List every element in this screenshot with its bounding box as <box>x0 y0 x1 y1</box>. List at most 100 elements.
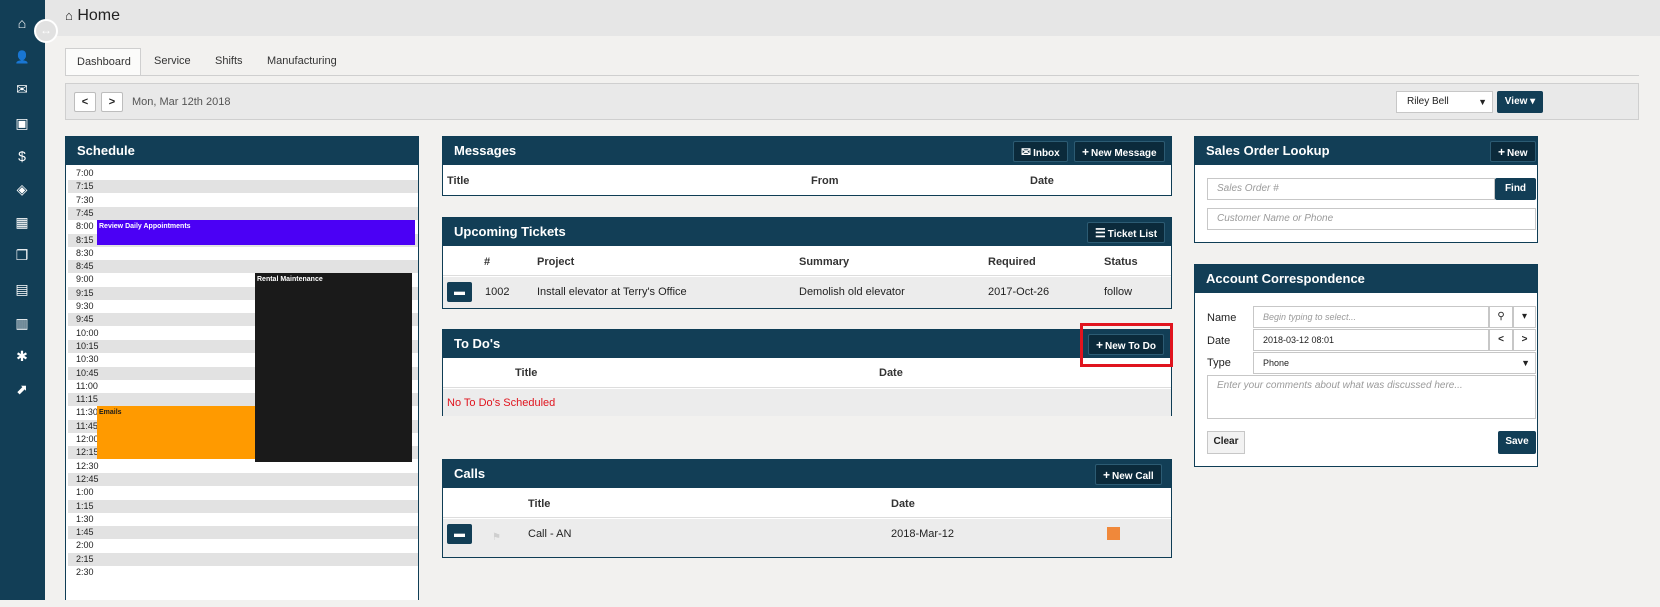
column-header-project: Project <box>537 256 575 268</box>
column-header-status: Status <box>1104 256 1138 268</box>
previous-day-button[interactable]: < <box>74 92 96 112</box>
flag-icon[interactable]: ⚑ <box>492 532 502 543</box>
external-link-icon[interactable]: ⬈ <box>9 378 35 400</box>
find-button[interactable]: Find <box>1495 178 1536 200</box>
call-title: Call - AN <box>528 528 572 540</box>
tab-manufacturing[interactable]: Manufacturing <box>256 48 348 75</box>
tag-icon[interactable]: ◈ <box>9 178 35 200</box>
plus-icon: + <box>1082 145 1090 159</box>
time-slot[interactable]: 1:00 <box>68 486 418 499</box>
name-label: Name <box>1207 312 1237 324</box>
table-row[interactable]: ▬ ⚑ Call - AN 2018-Mar-12 <box>443 519 1171 557</box>
plus-icon: + <box>1103 468 1111 482</box>
time-slot[interactable]: 7:00 <box>68 167 418 180</box>
time-slot[interactable]: 8:30 <box>68 247 418 260</box>
date-next-button[interactable]: > <box>1513 329 1536 351</box>
ticket-project: Install elevator at Terry's Office <box>537 286 687 298</box>
new-sales-order-label: New <box>1507 148 1528 159</box>
time-slot[interactable]: 1:30 <box>68 513 418 526</box>
date-prev-button[interactable]: < <box>1489 329 1513 351</box>
search-icon[interactable]: ⚲ <box>1489 306 1513 328</box>
inbox-button[interactable]: ✉ Inbox <box>1013 141 1068 162</box>
sales-order-input[interactable]: Sales Order # <box>1207 178 1495 200</box>
highlight-box <box>1080 323 1173 367</box>
customer-input[interactable]: Customer Name or Phone <box>1207 208 1536 230</box>
document-icon[interactable]: ▥ <box>9 312 35 334</box>
schedule-grid: 7:00 7:15 7:30 7:45 8:00 8:15 8:30 8:45 9:00 9:15… <box>68 167 418 607</box>
tab-dashboard[interactable]: Dashboard <box>65 48 141 76</box>
schedule-event[interactable]: Review Daily Appointments <box>97 220 415 245</box>
gear-icon[interactable]: ✱ <box>9 345 35 367</box>
todos-panel: To Do's + New To Do Title Date No To Do's… <box>442 329 1172 416</box>
schedule-event[interactable]: Emails <box>97 406 255 459</box>
ticket-list-label: Ticket List <box>1107 229 1158 240</box>
clear-button[interactable]: Clear <box>1207 431 1245 454</box>
list-icon: ☰ <box>1095 226 1106 240</box>
current-date: Mon, Mar 12th 2018 <box>132 96 231 108</box>
chevron-down-icon: ▼ <box>1521 358 1530 368</box>
view-button[interactable]: View ▾ <box>1497 91 1543 113</box>
tab-divider <box>65 75 1639 76</box>
open-call-button[interactable]: ▬ <box>447 524 472 544</box>
sidebar: ⌂ 👤 ✉ ▣ $ ◈ ▦ ❐ ▤ ▥ ✱ ⬈ <box>0 0 45 600</box>
tickets-title: Upcoming Tickets <box>443 218 1171 246</box>
name-input[interactable]: Begin typing to select... <box>1253 306 1489 328</box>
time-slot[interactable]: 2:15 <box>68 552 418 566</box>
comment-textarea[interactable]: Enter your comments about what was discu… <box>1207 375 1536 419</box>
schedule-event[interactable]: Rental Maintenance <box>255 273 412 462</box>
contact-icon[interactable]: ▣ <box>9 112 35 134</box>
sidebar-collapse-icon[interactable]: ↔ <box>34 19 58 43</box>
time-slot[interactable]: 7:15 <box>68 180 418 194</box>
empty-todos-message: No To Do's Scheduled <box>447 397 556 409</box>
message-icon[interactable]: ✉ <box>9 78 35 100</box>
chart-icon[interactable]: ▤ <box>9 278 35 300</box>
home-icon[interactable]: ⌂ <box>9 12 35 34</box>
time-slot[interactable]: 7:30 <box>68 194 418 207</box>
new-call-button[interactable]: + New Call <box>1095 464 1162 485</box>
dollar-icon[interactable]: $ <box>9 145 35 167</box>
time-slot[interactable]: 1:15 <box>68 499 418 513</box>
ticket-list-button[interactable]: ☰ Ticket List <box>1087 222 1166 243</box>
copy-icon[interactable]: ❐ <box>9 244 35 266</box>
time-slot[interactable]: 2:00 <box>68 539 418 552</box>
envelope-icon: ✉ <box>1021 145 1032 159</box>
save-button[interactable]: Save <box>1498 431 1536 454</box>
new-message-button[interactable]: + New Message <box>1074 141 1165 162</box>
tickets-header-row: # Project Summary Required Status <box>443 246 1171 276</box>
date-input[interactable]: 2018-03-12 08:01 <box>1253 329 1489 351</box>
time-slot[interactable]: 8:45 <box>68 260 418 274</box>
type-select-value: Phone <box>1263 358 1290 368</box>
plus-icon: + <box>1498 145 1506 159</box>
date-label: Date <box>1207 335 1231 347</box>
chevron-down-icon[interactable]: ▾ <box>1513 306 1536 328</box>
time-slot[interactable]: 7:45 <box>68 206 418 220</box>
column-header-title: Title <box>515 367 538 379</box>
calls-title: Calls <box>443 460 1171 488</box>
column-header-date: Date <box>891 498 915 510</box>
new-sales-order-button[interactable]: + New <box>1490 141 1536 162</box>
home-icon: ⌂ <box>65 8 73 23</box>
type-select[interactable]: Phone ▼ <box>1253 352 1536 374</box>
tab-shifts[interactable]: Shifts <box>204 48 254 75</box>
page-header: ⌂ Home <box>45 0 1660 36</box>
building-icon[interactable]: ▦ <box>9 211 35 233</box>
column-header-date: Date <box>879 367 903 379</box>
new-message-label: New Message <box>1091 148 1157 159</box>
tab-service[interactable]: Service <box>143 48 202 75</box>
open-ticket-button[interactable]: ▬ <box>447 282 472 302</box>
calls-header-row: Title Date <box>443 488 1171 518</box>
column-header-summary: Summary <box>799 256 850 268</box>
time-slot[interactable]: 2:30 <box>68 566 418 579</box>
time-slot[interactable]: 12:45 <box>68 472 418 486</box>
user-icon[interactable]: 👤 <box>9 46 35 68</box>
type-label: Type <box>1207 357 1231 369</box>
tickets-panel: Upcoming Tickets ☰ Ticket List # Project … <box>442 217 1172 309</box>
next-day-button[interactable]: > <box>101 92 123 112</box>
table-row[interactable]: ▬ 1002 Install elevator at Terry's Offic… <box>443 277 1171 308</box>
user-select[interactable]: Riley Bell ▼ <box>1396 91 1493 113</box>
sales-order-panel: Sales Order Lookup + New Sales Order # Fi… <box>1194 136 1538 243</box>
ticket-number: 1002 <box>485 286 510 298</box>
schedule-title: Schedule <box>66 137 418 165</box>
page-title-text: Home <box>77 7 120 24</box>
time-slot[interactable]: 1:45 <box>68 526 418 540</box>
